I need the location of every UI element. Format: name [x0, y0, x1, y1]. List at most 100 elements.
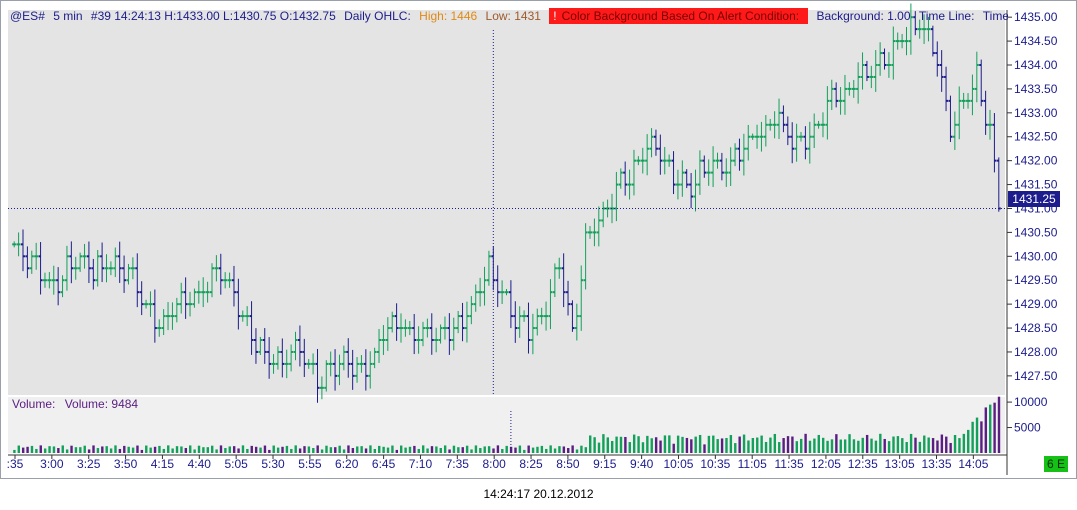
volume-bar: [901, 438, 904, 453]
volume-bar: [606, 437, 609, 453]
volume-bar: [549, 445, 552, 453]
volume-bar: [145, 445, 148, 453]
volume-bar: [984, 407, 988, 453]
volume-bar: [61, 445, 64, 453]
volume-bar: [778, 442, 781, 453]
volume-bar: [285, 445, 289, 453]
price-tick-label: 1435.00: [1014, 10, 1058, 24]
volume-bar: [760, 435, 763, 453]
volume-bar: [197, 445, 201, 453]
volume-bar: [738, 436, 741, 453]
volume-bar: [567, 448, 570, 453]
price-panel-background: [8, 10, 1005, 395]
volume-bar: [887, 441, 891, 453]
time-tick-label: 3:00: [40, 457, 64, 471]
volume-bar: [791, 436, 794, 453]
volume-bar: [254, 446, 258, 453]
volume-bar: [26, 446, 29, 453]
volume-bar: [430, 446, 434, 453]
volume-bar: [650, 438, 653, 453]
time-tick-label: 4:15: [151, 457, 175, 471]
volume-bar: [531, 447, 535, 453]
volume-bar: [575, 449, 579, 453]
chart-info-bar: @ES# 5 min #39 14:24:13 H:1433.00 L:1430…: [10, 8, 1008, 24]
timeframe-badge[interactable]: 6 E: [1044, 456, 1068, 472]
time-tick-label: 8:50: [556, 457, 580, 471]
volume-bar: [127, 446, 130, 453]
price-tick-label: 1434.50: [1014, 34, 1058, 48]
volume-bar: [602, 434, 605, 453]
volume-bar: [720, 438, 724, 453]
volume-bar: [118, 448, 122, 453]
volume-value-label: Volume: 9484: [64, 397, 139, 411]
volume-bar: [96, 448, 100, 453]
price-tick-label: 1433.00: [1014, 106, 1058, 120]
volume-bar: [923, 435, 926, 453]
volume-bar: [931, 438, 935, 453]
price-tick-label: 1429.50: [1014, 273, 1058, 287]
volume-bar: [52, 446, 56, 453]
volume-panel-background: [8, 397, 1005, 453]
chart-container[interactable]: 1427.50 1428.00 1428.50 1429.00 1429.50 1430.…: [0, 0, 1077, 480]
time-tick-label: :35: [7, 457, 24, 471]
volume-bar: [967, 429, 970, 453]
volume-bar: [351, 448, 355, 453]
volume-bar: [562, 446, 566, 453]
volume-bar: [676, 435, 680, 453]
volume-bar: [57, 448, 60, 453]
volume-bar: [13, 449, 16, 453]
volume-bar: [817, 434, 820, 453]
volume-bar: [523, 449, 526, 453]
volume-bar: [914, 437, 917, 453]
volume-bar: [874, 440, 878, 453]
volume-bar: [918, 441, 922, 453]
volume-bar: [804, 433, 807, 453]
volume-bar: [180, 446, 183, 453]
volume-study-name: Volume:: [12, 397, 56, 411]
volume-bar: [857, 440, 860, 453]
volume-bar: [250, 445, 253, 453]
time-tick-label: 10:05: [663, 457, 693, 471]
volume-bar: [694, 436, 697, 453]
volume-bar: [202, 447, 205, 453]
volume-bar: [483, 446, 486, 453]
volume-bar: [896, 436, 900, 453]
volume-bar: [123, 445, 126, 453]
volume-bar: [773, 433, 777, 453]
volume-bar: [584, 447, 588, 453]
volume-bar: [109, 448, 113, 453]
volume-bar: [439, 448, 442, 453]
price-tick-label: 1428.00: [1014, 345, 1058, 359]
volume-bar: [74, 447, 78, 453]
daily-high-label: High: 1446: [419, 9, 478, 23]
time-tick-label: 8:25: [519, 457, 543, 471]
time-tick-label: 9:40: [630, 457, 654, 471]
volume-bar: [698, 434, 702, 453]
volume-bar: [303, 446, 306, 453]
volume-bar: [518, 445, 522, 453]
volume-bar: [536, 446, 539, 453]
volume-bar: [756, 437, 759, 453]
price-tick-label: 1432.00: [1014, 154, 1058, 168]
volume-bar: [391, 445, 394, 453]
volume-bar: [206, 447, 210, 453]
volume-bar: [215, 449, 218, 453]
footer-timestamp: 14:24:17 20.12.2012: [483, 487, 594, 501]
price-volume-chart[interactable]: 1427.50 1428.00 1428.50 1429.00 1429.50 1430.…: [0, 0, 1077, 480]
interval-label: 5 min: [53, 9, 83, 23]
volume-tick-label: 10000: [1014, 395, 1048, 409]
volume-bar: [400, 445, 403, 453]
volume-bar: [839, 439, 842, 453]
volume-bar: [945, 436, 948, 453]
price-tick-label: 1427.50: [1014, 369, 1058, 383]
volume-bar: [619, 436, 623, 453]
volume-bar: [927, 437, 930, 453]
volume-bar: [312, 448, 315, 453]
volume-bar: [993, 402, 996, 453]
volume-bar: [360, 446, 363, 453]
volume-bar: [813, 438, 816, 453]
volume-bar: [193, 449, 196, 453]
volume-bar: [742, 434, 746, 453]
volume-bar: [70, 445, 73, 453]
volume-bar: [685, 437, 689, 453]
